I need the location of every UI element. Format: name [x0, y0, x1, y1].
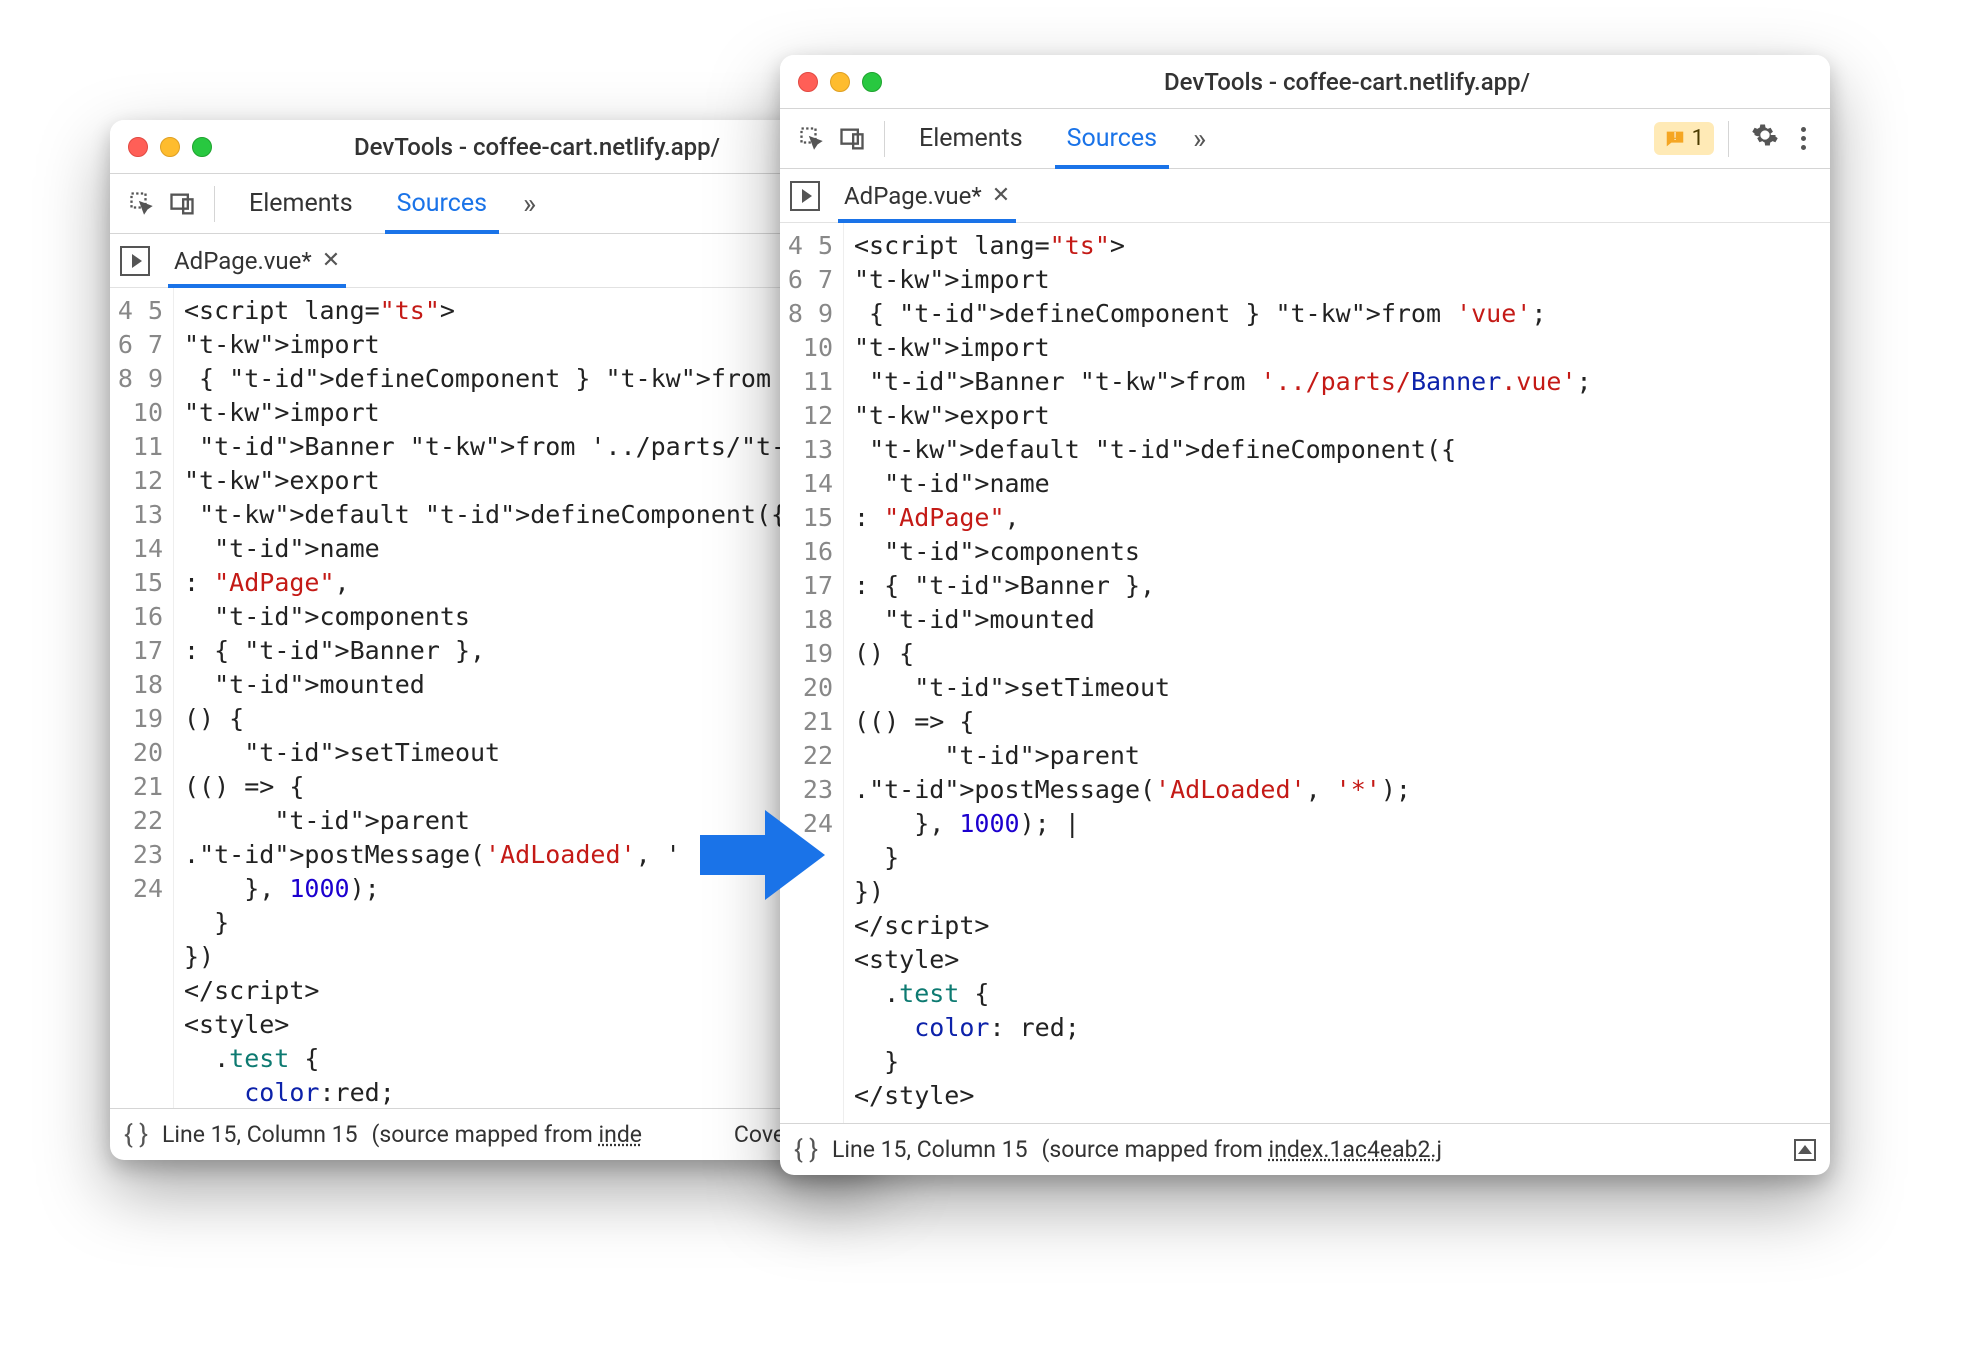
- file-tab-bar: AdPage.vue* ✕: [780, 169, 1830, 223]
- close-icon[interactable]: [798, 72, 818, 92]
- pretty-print-icon[interactable]: { }: [124, 1120, 148, 1150]
- close-icon[interactable]: [128, 137, 148, 157]
- more-tabs-icon[interactable]: »: [1181, 122, 1218, 155]
- code-editor[interactable]: 4 5 6 7 8 9 10 11 12 13 14 15 16 17 18 1…: [780, 223, 1830, 1123]
- traffic-lights: [798, 72, 882, 92]
- file-tab[interactable]: AdPage.vue* ✕: [838, 172, 1016, 220]
- file-tab[interactable]: AdPage.vue* ✕: [168, 237, 346, 285]
- close-tab-icon[interactable]: ✕: [992, 183, 1010, 208]
- file-tab-label: AdPage.vue*: [174, 247, 312, 275]
- source-map-link[interactable]: index.1ac4eab2.j: [1269, 1136, 1442, 1163]
- line-gutter: 4 5 6 7 8 9 10 11 12 13 14 15 16 17 18 1…: [110, 288, 174, 1108]
- cursor-position: Line 15, Column 15: [162, 1121, 357, 1148]
- line-gutter: 4 5 6 7 8 9 10 11 12 13 14 15 16 17 18 1…: [780, 223, 844, 1123]
- code-area[interactable]: <script lang="ts">"t-kw">import { "t-id"…: [174, 288, 880, 1108]
- panel-toolbar: Elements Sources »: [110, 174, 880, 234]
- separator: [884, 121, 885, 157]
- source-mapped: (source mapped from inde: [372, 1121, 642, 1148]
- titlebar: DevTools - coffee-cart.netlify.app/: [110, 120, 880, 174]
- code-area[interactable]: <script lang="ts">"t-kw">import { "t-id"…: [844, 223, 1830, 1123]
- cursor-position: Line 15, Column 15: [832, 1136, 1027, 1163]
- separator: [1728, 121, 1729, 157]
- source-map-link[interactable]: inde: [599, 1121, 642, 1148]
- warning-badge[interactable]: ! 1: [1654, 122, 1714, 155]
- tab-elements[interactable]: Elements: [899, 110, 1043, 167]
- inspect-icon[interactable]: [794, 121, 830, 157]
- zoom-icon[interactable]: [862, 72, 882, 92]
- warning-count: 1: [1692, 126, 1704, 151]
- devtools-window-right: DevTools - coffee-cart.netlify.app/ Elem…: [780, 55, 1830, 1175]
- drawer-toggle-icon[interactable]: [1794, 1139, 1816, 1161]
- device-toggle-icon[interactable]: [834, 121, 870, 157]
- window-title: DevTools - coffee-cart.netlify.app/: [882, 68, 1812, 96]
- devtools-window-left: DevTools - coffee-cart.netlify.app/ Elem…: [110, 120, 880, 1160]
- status-bar: { } Line 15, Column 15 (source mapped fr…: [110, 1108, 880, 1160]
- code-editor[interactable]: 4 5 6 7 8 9 10 11 12 13 14 15 16 17 18 1…: [110, 288, 880, 1108]
- panel-toolbar: Elements Sources » ! 1: [780, 109, 1830, 169]
- pretty-print-icon[interactable]: { }: [794, 1135, 818, 1165]
- minimize-icon[interactable]: [830, 72, 850, 92]
- tab-elements[interactable]: Elements: [229, 175, 373, 232]
- navigator-icon[interactable]: [120, 246, 150, 276]
- window-title: DevTools - coffee-cart.netlify.app/: [212, 133, 862, 161]
- navigator-icon[interactable]: [790, 181, 820, 211]
- more-menu-icon[interactable]: [1791, 127, 1816, 150]
- tab-sources[interactable]: Sources: [377, 175, 507, 232]
- minimize-icon[interactable]: [160, 137, 180, 157]
- source-mapped: (source mapped from index.1ac4eab2.j: [1042, 1136, 1442, 1163]
- close-tab-icon[interactable]: ✕: [322, 248, 340, 273]
- device-toggle-icon[interactable]: [164, 186, 200, 222]
- titlebar: DevTools - coffee-cart.netlify.app/: [780, 55, 1830, 109]
- arrow-icon: [700, 800, 830, 910]
- file-tab-bar: AdPage.vue* ✕: [110, 234, 880, 288]
- settings-icon[interactable]: [1743, 121, 1787, 156]
- separator: [214, 186, 215, 222]
- file-tab-label: AdPage.vue*: [844, 182, 982, 210]
- more-tabs-icon[interactable]: »: [511, 187, 548, 220]
- warning-icon: !: [1664, 128, 1686, 150]
- zoom-icon[interactable]: [192, 137, 212, 157]
- traffic-lights: [128, 137, 212, 157]
- status-bar: { } Line 15, Column 15 (source mapped fr…: [780, 1123, 1830, 1175]
- tab-sources[interactable]: Sources: [1047, 110, 1177, 167]
- inspect-icon[interactable]: [124, 186, 160, 222]
- svg-text:!: !: [1673, 129, 1676, 142]
